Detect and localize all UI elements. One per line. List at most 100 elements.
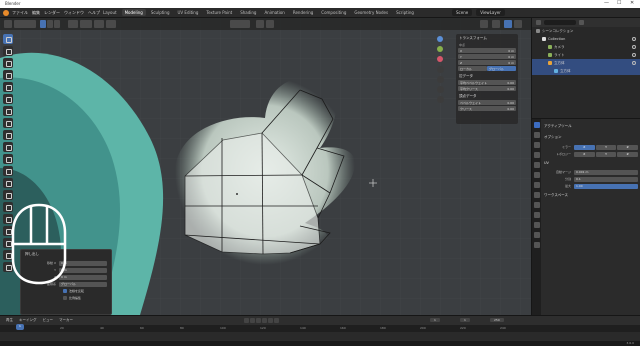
pan-hand-icon[interactable] (437, 76, 444, 83)
loop-cut-tool[interactable] (3, 178, 13, 188)
edge-crease-field[interactable]: 平均クリース 0.00 (458, 86, 516, 91)
tab-modeling[interactable]: Modeling (121, 9, 146, 16)
edge-bevel-field[interactable]: 平均ベベルウェイト 0.00 (458, 80, 516, 85)
active-tool-section[interactable]: アクティブツール (542, 121, 638, 132)
axis-z-icon[interactable] (437, 36, 443, 42)
knife-tool[interactable] (3, 190, 13, 200)
timeline-menu-keying[interactable]: キーイング (19, 318, 37, 323)
jump-start-icon[interactable] (244, 318, 249, 323)
world-tab-icon[interactable] (534, 172, 540, 178)
transform-tool[interactable] (3, 94, 13, 104)
mirror-y-toggle[interactable]: Y (595, 144, 617, 150)
render-tab-icon[interactable] (534, 132, 540, 138)
edge-select-button[interactable] (47, 20, 53, 28)
object-tab-icon[interactable] (534, 182, 540, 188)
timeline-playhead[interactable]: 1 (16, 324, 24, 330)
view-layer-tab-icon[interactable] (534, 152, 540, 158)
flip-normals-checkbox[interactable] (63, 289, 67, 293)
outliner-row-cube-mesh[interactable]: 立方体 (532, 67, 640, 75)
menu-help[interactable]: ヘルプ (88, 10, 100, 16)
vertex-crease-field[interactable]: クリース 0.00 (458, 106, 516, 111)
maximize-button[interactable]: ☐ (617, 1, 621, 6)
tab-rendering[interactable]: Rendering (290, 9, 316, 16)
jump-end-icon[interactable] (274, 318, 279, 323)
outliner-row-collection[interactable]: Collection (532, 35, 640, 43)
tab-texture-paint[interactable]: Texture Paint (203, 9, 235, 16)
bevel-tool[interactable] (3, 166, 13, 176)
npanel-edge-title[interactable]: 辺データ (456, 72, 518, 79)
add-cube-tool[interactable] (3, 130, 13, 140)
snap-toggle[interactable] (256, 20, 264, 28)
scene-selector[interactable]: Scene (452, 9, 473, 16)
menu-render[interactable]: レンダー (44, 10, 60, 16)
npanel-transform-title[interactable]: トランスフォーム (456, 34, 518, 41)
axis-x-icon[interactable] (437, 56, 443, 62)
face-select-button[interactable] (54, 20, 60, 28)
tab-compositing[interactable]: Compositing (318, 9, 349, 16)
select-box-tool[interactable] (3, 34, 13, 44)
modifier-tab-icon[interactable] (534, 192, 540, 198)
prev-key-icon[interactable] (250, 318, 255, 323)
timeline-track-area[interactable] (0, 332, 640, 341)
transform-orientation[interactable] (230, 20, 250, 28)
play-icon[interactable] (262, 318, 267, 323)
material-shading-button[interactable] (514, 20, 522, 28)
scale-tool[interactable] (3, 82, 13, 92)
output-tab-icon[interactable] (534, 142, 540, 148)
next-key-icon[interactable] (268, 318, 273, 323)
proportional-checkbox[interactable] (63, 296, 67, 300)
split-field[interactable]: 0.1 (574, 176, 638, 182)
npanel-vertex-title[interactable]: 頂点データ (456, 92, 518, 99)
physics-tab-icon[interactable] (534, 212, 540, 218)
menu-file[interactable]: ファイル (12, 10, 28, 16)
topology-x-toggle[interactable]: X (574, 151, 595, 157)
cursor-tool[interactable] (3, 46, 13, 56)
outliner-row-cube[interactable]: 立方体 (532, 59, 640, 67)
timeline-ruler[interactable]: 0 20 40 60 80 100 120 140 160 180 200 22… (0, 325, 640, 332)
topology-z-toggle[interactable]: Z (617, 151, 639, 157)
data-tab-icon[interactable] (534, 232, 540, 238)
select-menu[interactable] (80, 20, 92, 28)
current-frame-field[interactable]: 1 (430, 318, 440, 322)
close-button[interactable]: ✕ (630, 1, 634, 6)
inset-tool[interactable] (3, 154, 13, 164)
automerge-field[interactable]: 0.001 m (574, 169, 638, 175)
start-frame-field[interactable]: 1 (460, 318, 470, 322)
axis-y-icon[interactable] (437, 46, 443, 52)
outliner-search-input[interactable] (544, 20, 576, 25)
vertex-select-button[interactable] (40, 20, 46, 28)
add-menu[interactable] (94, 20, 104, 28)
local-toggle[interactable]: ローカル (458, 66, 487, 71)
median-x-field[interactable]: X0 m (458, 48, 516, 53)
eye-icon[interactable] (632, 61, 636, 65)
tab-shading[interactable]: Shading (237, 9, 259, 16)
filter-funnel-icon[interactable] (579, 20, 584, 25)
vertex-bevel-field[interactable]: ベベルウェイト 0.00 (458, 100, 516, 105)
tab-geometry-nodes[interactable]: Geometry Nodes (351, 9, 391, 16)
tab-sculpting[interactable]: Sculpting (148, 9, 173, 16)
eye-icon[interactable] (632, 53, 636, 57)
solid-shading-button[interactable] (504, 20, 512, 28)
xray-toggle[interactable] (492, 20, 500, 28)
zoom-icon[interactable] (437, 66, 444, 73)
overlay-toggle[interactable] (480, 20, 488, 28)
global-toggle[interactable]: グローバル (487, 66, 516, 71)
workspace-section[interactable]: ワークスペース (542, 190, 638, 201)
end-frame-field[interactable]: 250 (490, 318, 504, 322)
outliner-row-scene-collection[interactable]: シーンコレクション (532, 27, 640, 35)
extrude-tool[interactable] (3, 142, 13, 152)
mesh-menu[interactable] (106, 20, 116, 28)
scene-tab-icon[interactable] (534, 162, 540, 168)
mirror-z-toggle[interactable]: Z (617, 144, 639, 150)
timeline-menu-playback[interactable]: 再生 (6, 318, 13, 323)
tool-tab-icon[interactable] (534, 122, 540, 128)
median-y-field[interactable]: Y0 m (458, 54, 516, 59)
uv-section[interactable]: UV (542, 158, 638, 168)
measure-tool[interactable] (3, 118, 13, 128)
median-z-field[interactable]: Z0 m (458, 60, 516, 65)
camera-view-icon[interactable] (437, 86, 444, 93)
menu-edit[interactable]: 編集 (32, 10, 40, 16)
timeline-menu-marker[interactable]: マーカー (59, 318, 73, 323)
tab-scripting[interactable]: Scripting (393, 9, 417, 16)
minimize-button[interactable]: — (604, 1, 609, 6)
